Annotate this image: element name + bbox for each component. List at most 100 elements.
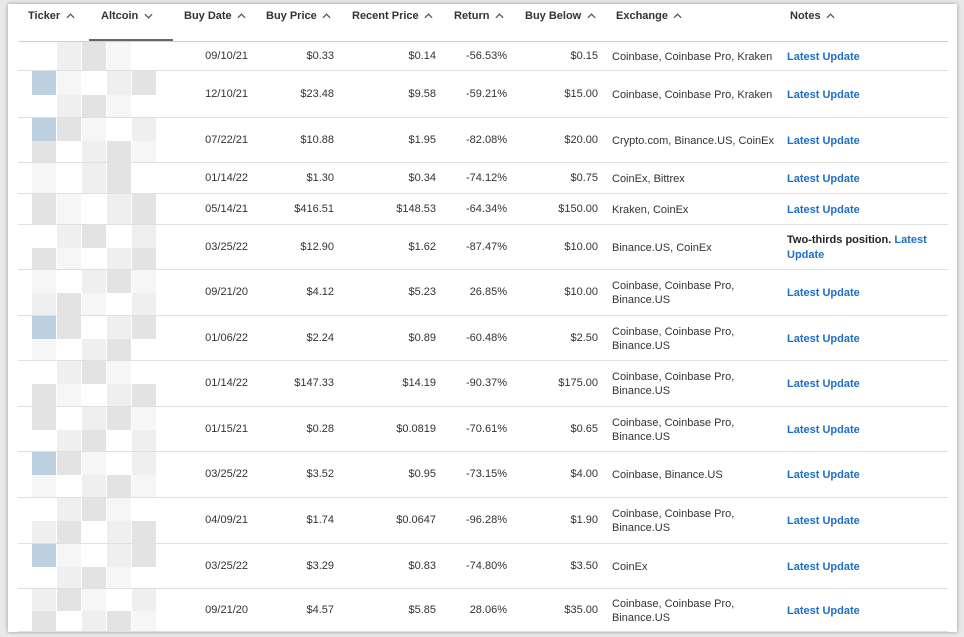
cell-exchange: Coinbase, Coinbase Pro, Binance.US: [612, 325, 735, 352]
table-header: Ticker Altcoin Buy Date Buy Price Recent…: [8, 4, 957, 42]
latest-update-link[interactable]: Latest Update: [787, 605, 860, 617]
redaction-block: [82, 71, 106, 95]
redaction-block: [32, 316, 56, 339]
cell-return: -74.80%: [466, 559, 507, 572]
cell-buy-below: $10.00: [564, 240, 598, 253]
latest-update-link[interactable]: Latest Update: [787, 204, 860, 216]
redaction-block: [57, 140, 81, 163]
cell-recent-price: $1.62: [408, 240, 436, 253]
cell-notes: Latest Update: [787, 377, 947, 392]
redacted-ticker-altcoin: [32, 544, 156, 589]
redaction-block: [132, 589, 156, 611]
cell-exchange: Coinbase, Coinbase Pro, Kraken: [612, 88, 773, 101]
redaction-block: [32, 338, 56, 361]
redaction-block: [57, 429, 81, 452]
redaction-block: [107, 566, 131, 589]
redaction-block: [32, 194, 56, 225]
redaction-block: [57, 498, 81, 521]
redaction-block: [107, 610, 131, 632]
latest-update-link[interactable]: Latest Update: [787, 287, 860, 299]
cell-notes: Latest Update: [787, 560, 947, 575]
cell-exchange: Crypto.com, Binance.US, CoinEx: [612, 134, 775, 147]
redaction-block: [82, 338, 106, 361]
redaction-block: [107, 293, 131, 316]
col-header-recent-price[interactable]: Recent Price: [352, 10, 434, 22]
latest-update-link[interactable]: Latest Update: [787, 89, 860, 101]
redacted-ticker-altcoin: [32, 589, 156, 632]
redaction-block: [82, 429, 106, 452]
cell-buy-date: 03/25/22: [205, 559, 248, 572]
cell-notes: Latest Update: [787, 423, 947, 438]
redaction-block: [132, 521, 156, 544]
cell-notes: Latest Update: [787, 88, 947, 103]
col-header-buy-date[interactable]: Buy Date: [184, 10, 247, 22]
redaction-block: [57, 293, 81, 316]
redaction-block: [32, 429, 56, 452]
redaction-block: [57, 475, 81, 498]
redaction-block: [57, 544, 81, 567]
redaction-block: [132, 498, 156, 521]
redaction-block: [132, 71, 156, 95]
cell-recent-price: $0.83: [408, 559, 436, 572]
cell-buy-date: 03/25/22: [205, 468, 248, 480]
cell-exchange: Coinbase, Binance.US: [612, 469, 723, 481]
cell-exchange: CoinEx, Bittrex: [612, 172, 685, 185]
redaction-block: [132, 247, 156, 270]
chevron-up-icon: [494, 11, 504, 21]
cell-buy-price: $3.52: [306, 468, 334, 480]
cell-buy-below: $35.00: [564, 603, 598, 616]
latest-update-link[interactable]: Latest Update: [787, 51, 860, 63]
redaction-block: [82, 544, 106, 567]
latest-update-link[interactable]: Latest Update: [787, 173, 860, 185]
redaction-block: [57, 270, 81, 293]
col-header-buy-price[interactable]: Buy Price: [266, 10, 332, 22]
redacted-ticker-altcoin: [32, 225, 156, 270]
col-header-buy-below[interactable]: Buy Below: [525, 10, 596, 22]
redaction-block: [132, 566, 156, 589]
chevron-up-icon: [322, 11, 332, 21]
cell-exchange: Coinbase, Coinbase Pro, Binance.US: [612, 597, 735, 624]
redaction-block: [107, 521, 131, 544]
redaction-block: [57, 610, 81, 632]
cell-return: -96.28%: [466, 514, 507, 526]
table-row: 04/09/21 $1.74 $0.0647 -96.28% $1.90 Coinbase…: [8, 498, 957, 544]
cell-return: 26.85%: [469, 286, 507, 298]
cell-buy-date: 09/21/20: [205, 603, 248, 616]
table-row: 05/14/21 $416.51 $148.53 -64.34% $150.00 Krak…: [8, 194, 957, 225]
redaction-block: [32, 610, 56, 632]
cell-notes: Latest Update: [787, 203, 947, 218]
cell-return: -87.47%: [466, 240, 507, 253]
redaction-block: [32, 566, 56, 589]
redaction-block: [132, 361, 156, 384]
redaction-block: [107, 589, 131, 611]
cell-buy-date: 03/25/22: [205, 240, 248, 253]
cell-return: -59.21%: [466, 87, 507, 100]
redaction-block: [57, 316, 81, 339]
latest-update-link[interactable]: Latest Update: [787, 469, 860, 481]
redaction-block: [32, 544, 56, 567]
redaction-block: [107, 194, 131, 225]
latest-update-link[interactable]: Latest Update: [787, 135, 860, 147]
redacted-ticker-altcoin: [32, 407, 156, 452]
cell-exchange: Kraken, CoinEx: [612, 203, 689, 216]
cell-buy-below: $1.90: [570, 514, 598, 526]
col-header-return[interactable]: Return: [454, 10, 504, 22]
col-header-exchange[interactable]: Exchange: [616, 10, 683, 22]
cell-return: -74.12%: [466, 171, 507, 184]
latest-update-link[interactable]: Latest Update: [787, 333, 860, 345]
redaction-block: [57, 452, 81, 475]
latest-update-link[interactable]: Latest Update: [787, 378, 860, 390]
latest-update-link[interactable]: Latest Update: [787, 561, 860, 573]
cell-buy-price: $10.88: [300, 133, 334, 146]
cell-buy-price: $3.29: [306, 559, 334, 572]
latest-update-link[interactable]: Latest Update: [787, 424, 860, 436]
table-row: 09/10/21 $0.33 $0.14 -56.53% $0.15 Coinbase, …: [8, 42, 957, 71]
cell-buy-below: $2.50: [570, 331, 598, 344]
cell-buy-price: $1.30: [306, 171, 334, 184]
col-header-altcoin[interactable]: Altcoin: [101, 10, 153, 22]
col-header-ticker[interactable]: Ticker: [28, 10, 75, 22]
latest-update-link[interactable]: Latest Update: [787, 515, 860, 527]
col-header-notes[interactable]: Notes: [790, 10, 836, 22]
redaction-block: [107, 163, 131, 194]
cell-buy-price: $4.57: [306, 603, 334, 616]
